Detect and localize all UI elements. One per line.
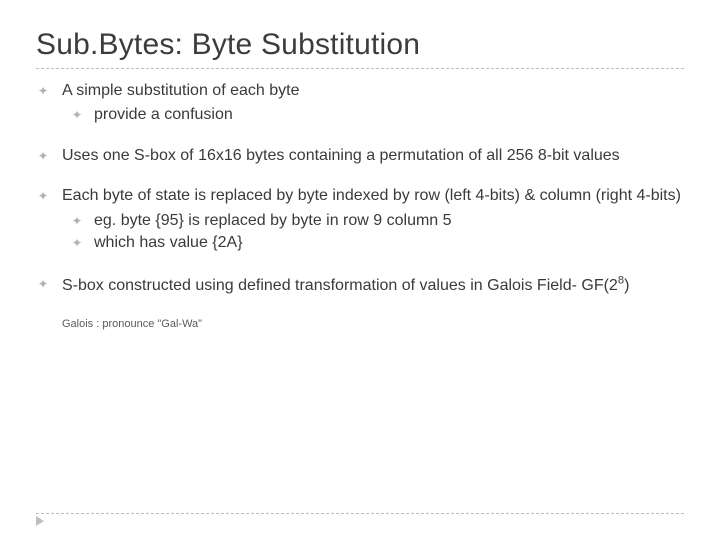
bullet-item: ✦ Each byte of state is replaced by byte… xyxy=(36,186,684,253)
bullet-icon: ✦ xyxy=(37,277,48,292)
bullet-text: Each byte of state is replaced by byte i… xyxy=(62,187,681,204)
title-divider xyxy=(36,68,684,69)
bullet-item: ✦ A simple substitution of each byte ✦ p… xyxy=(36,81,684,126)
bullet-item: ✦ S-box constructed using defined transf… xyxy=(36,274,684,297)
bullet-icon: ✦ xyxy=(37,149,48,164)
bullet-icon: ✦ xyxy=(71,236,82,251)
sub-bullet-list: ✦ eg. byte {95} is replaced by byte in r… xyxy=(62,211,684,254)
sub-bullet-text: which has value {2A} xyxy=(94,234,243,251)
footer xyxy=(36,513,684,514)
slide-title: Sub.Bytes: Byte Substitution xyxy=(36,28,684,62)
sub-bullet-item: ✦ provide a confusion xyxy=(62,105,684,125)
sub-bullet-text: provide a confusion xyxy=(94,106,233,123)
bullet-list: ✦ A simple substitution of each byte ✦ p… xyxy=(36,81,684,297)
sub-bullet-list: ✦ provide a confusion xyxy=(62,105,684,125)
bullet-icon: ✦ xyxy=(37,189,48,204)
slide: Sub.Bytes: Byte Substitution ✦ A simple … xyxy=(0,0,720,540)
arrow-right-icon xyxy=(36,516,44,526)
sub-bullet-text: eg. byte {95} is replaced by byte in row… xyxy=(94,212,452,229)
bullet-text: Uses one S-box of 16x16 bytes containing… xyxy=(62,147,620,164)
sub-bullet-item: ✦ eg. byte {95} is replaced by byte in r… xyxy=(62,211,684,231)
slide-content: ✦ A simple substitution of each byte ✦ p… xyxy=(36,81,684,331)
bullet-icon: ✦ xyxy=(71,108,82,123)
bullet-text: A simple substitution of each byte xyxy=(62,82,299,99)
bullet-icon: ✦ xyxy=(71,214,82,229)
bullet-text: S-box constructed using defined transfor… xyxy=(62,277,629,294)
bullet-item: ✦ Uses one S-box of 16x16 bytes containi… xyxy=(36,146,684,166)
bullet-icon: ✦ xyxy=(37,84,48,99)
footer-divider xyxy=(36,513,684,514)
pronunciation-note: Galois : pronounce "Gal-Wa" xyxy=(62,317,684,331)
sub-bullet-item: ✦ which has value {2A} xyxy=(62,233,684,253)
